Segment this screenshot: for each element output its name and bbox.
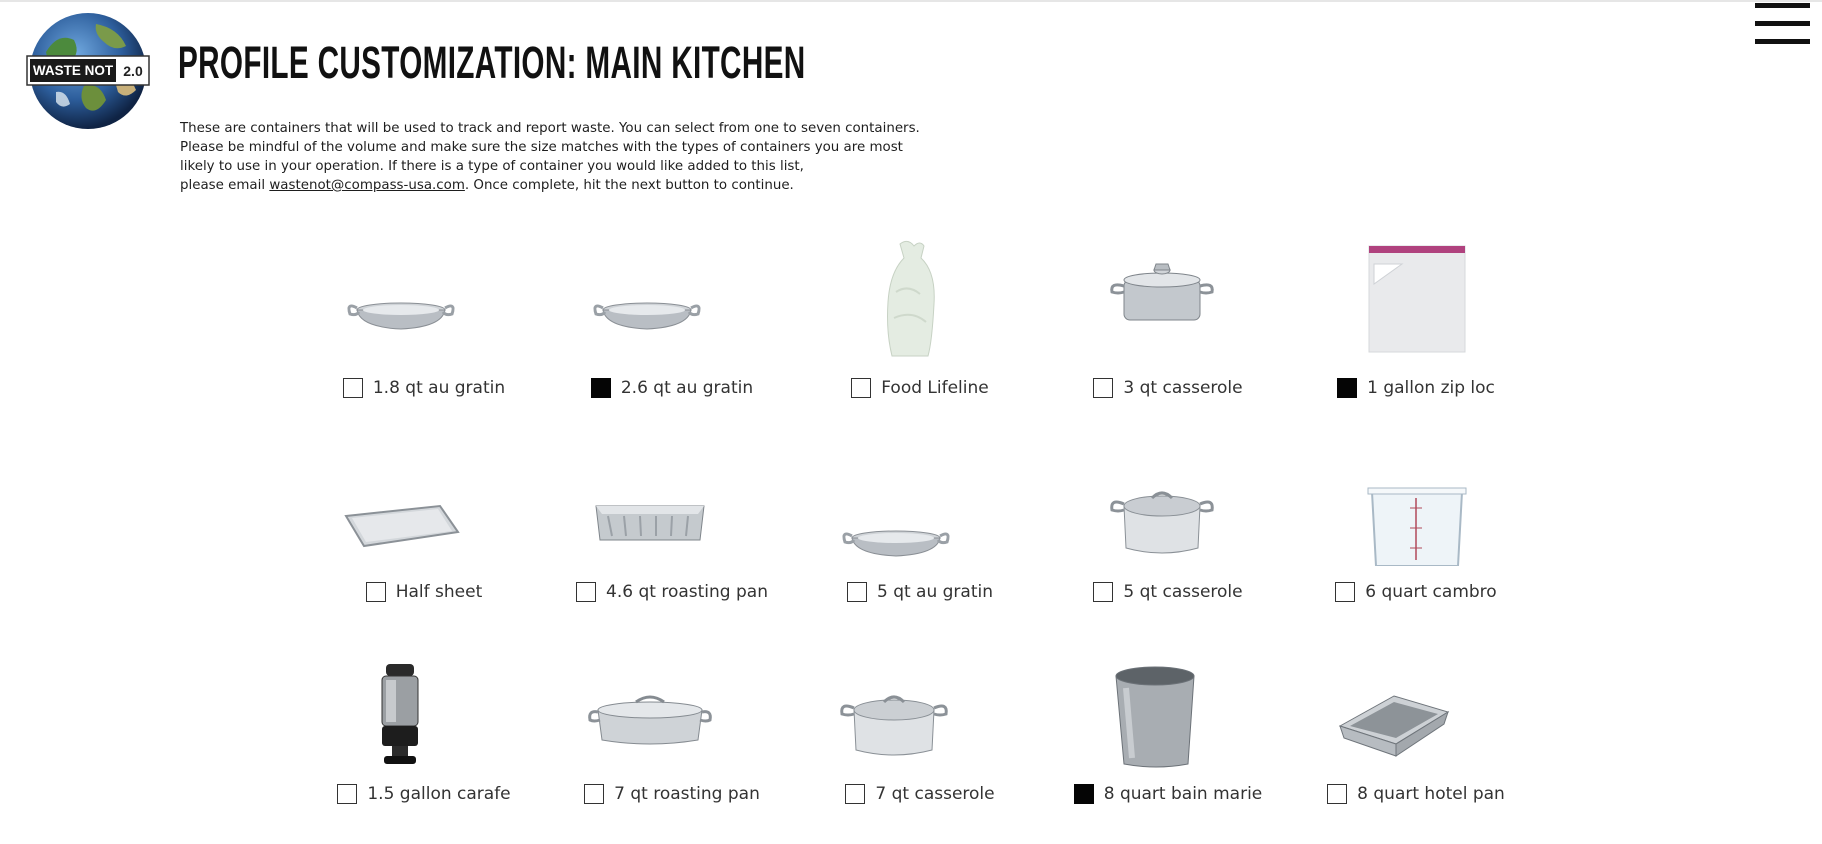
container-checkbox-label[interactable]: 1.8 qt au gratin (300, 378, 548, 398)
logo-version: 2.0 (123, 63, 143, 79)
checkbox[interactable] (584, 784, 605, 804)
container-label: 7 qt roasting pan (614, 784, 760, 804)
container-checkbox-label[interactable]: 8 quart hotel pan (1292, 784, 1540, 804)
container-item: 4.6 qt roasting pan (548, 436, 796, 640)
plastic-bag-icon (796, 232, 1044, 362)
sheet-pan-icon (300, 436, 548, 566)
checkbox[interactable] (1093, 378, 1114, 398)
description-line: These are containers that will be used t… (180, 121, 920, 136)
description-line: Please be mindful of the volume and make… (180, 140, 903, 155)
container-checkbox-label[interactable]: 7 qt casserole (796, 784, 1044, 804)
container-checkbox-label[interactable]: 1 gallon zip loc (1292, 378, 1540, 398)
page-description: These are containers that will be used t… (180, 119, 920, 195)
container-item: 1.5 gallon carafe (300, 640, 548, 844)
checkbox[interactable] (365, 582, 386, 602)
container-label: 8 quart hotel pan (1357, 784, 1505, 804)
container-label: 5 qt au gratin (876, 582, 994, 602)
checkbox-checked[interactable] (1337, 378, 1358, 398)
checkbox[interactable] (1335, 582, 1356, 602)
description-line: likely to use in your operation. If ther… (180, 159, 804, 174)
container-label: Half sheet (395, 582, 483, 602)
checkbox[interactable] (845, 784, 866, 804)
container-item: Half sheet (300, 436, 548, 640)
container-checkbox-label[interactable]: 3 qt casserole (1044, 378, 1292, 398)
container-label: 7 qt casserole (875, 784, 995, 804)
email-link[interactable]: wastenot@compass-usa.com (269, 178, 465, 193)
carafe-icon (300, 640, 548, 770)
container-item: 1.8 qt au gratin (300, 232, 548, 436)
checkbox[interactable] (342, 378, 363, 398)
description-line: please email wastenot@compass-usa.com. O… (180, 176, 900, 195)
container-checkbox-label[interactable]: Half sheet (300, 582, 548, 602)
container-item: 3 qt casserole (1044, 232, 1292, 436)
hotel-pan-icon (1292, 640, 1540, 770)
logo-text: WASTE NOT (33, 63, 114, 78)
description-text: . Once complete, hit the next button to … (464, 178, 794, 193)
waste-not-logo[interactable]: WASTE NOT 2.0 (26, 12, 150, 130)
container-item: 5 qt casserole (1044, 436, 1292, 640)
checkbox[interactable] (851, 378, 872, 398)
checkbox[interactable] (846, 582, 867, 602)
container-checkbox-label[interactable]: 5 qt casserole (1044, 582, 1292, 602)
cambro-container-icon (1292, 436, 1540, 566)
container-label: Food Lifeline (881, 378, 989, 398)
casserole-pot-icon (1044, 232, 1292, 362)
au-gratin-pan-icon (796, 436, 1044, 566)
container-checkbox-label[interactable]: 8 quart bain marie (1044, 784, 1292, 804)
container-checkbox-label[interactable]: 4.6 qt roasting pan (548, 582, 796, 602)
container-grid: 1.8 qt au gratin 2.6 qt au gratin Food L… (300, 232, 1540, 820)
container-label: 6 quart cambro (1365, 582, 1497, 602)
container-item: 8 quart bain marie (1044, 640, 1292, 844)
container-label: 8 quart bain marie (1103, 784, 1263, 804)
checkbox[interactable] (337, 784, 358, 804)
container-label: 1 gallon zip loc (1367, 378, 1495, 398)
container-item: 7 qt casserole (796, 640, 1044, 844)
au-gratin-pan-icon (300, 232, 548, 362)
checkbox[interactable] (1327, 784, 1348, 804)
container-checkbox-label[interactable]: 6 quart cambro (1292, 582, 1540, 602)
hamburger-menu-icon[interactable] (1752, 3, 1812, 45)
roasting-pan-icon (548, 640, 796, 770)
container-label: 1.8 qt au gratin (372, 378, 506, 398)
container-checkbox-label[interactable]: 2.6 qt au gratin (548, 378, 796, 398)
container-item: 6 quart cambro (1292, 436, 1540, 640)
container-label: 2.6 qt au gratin (620, 378, 754, 398)
roasting-pan-icon (548, 436, 796, 566)
description-text: please email (180, 178, 270, 193)
container-checkbox-label[interactable]: 1.5 gallon carafe (300, 784, 548, 804)
bain-marie-icon (1044, 640, 1292, 770)
checkbox[interactable] (1093, 582, 1114, 602)
container-item: 8 quart hotel pan (1292, 640, 1540, 844)
container-item: 2.6 qt au gratin (548, 232, 796, 436)
container-item: 7 qt roasting pan (548, 640, 796, 844)
container-item: 1 gallon zip loc (1292, 232, 1540, 436)
page-title: PROFILE CUSTOMIZATION: MAIN KITCHEN (178, 37, 806, 88)
container-label: 4.6 qt roasting pan (606, 582, 768, 602)
casserole-pot-icon (1044, 436, 1292, 566)
container-checkbox-label[interactable]: 7 qt roasting pan (548, 784, 796, 804)
container-label: 3 qt casserole (1123, 378, 1243, 398)
zip-bag-icon (1292, 232, 1540, 362)
container-checkbox-label[interactable]: Food Lifeline (796, 378, 1044, 398)
container-item: 5 qt au gratin (796, 436, 1044, 640)
au-gratin-pan-icon (548, 232, 796, 362)
globe-icon: WASTE NOT 2.0 (26, 13, 150, 129)
container-checkbox-label[interactable]: 5 qt au gratin (796, 582, 1044, 602)
checkbox[interactable] (576, 582, 597, 602)
container-label: 1.5 gallon carafe (367, 784, 511, 804)
casserole-pot-icon (796, 640, 1044, 770)
checkbox-checked[interactable] (590, 378, 611, 398)
container-label: 5 qt casserole (1123, 582, 1243, 602)
checkbox-checked[interactable] (1073, 784, 1094, 804)
container-item: Food Lifeline (796, 232, 1044, 436)
